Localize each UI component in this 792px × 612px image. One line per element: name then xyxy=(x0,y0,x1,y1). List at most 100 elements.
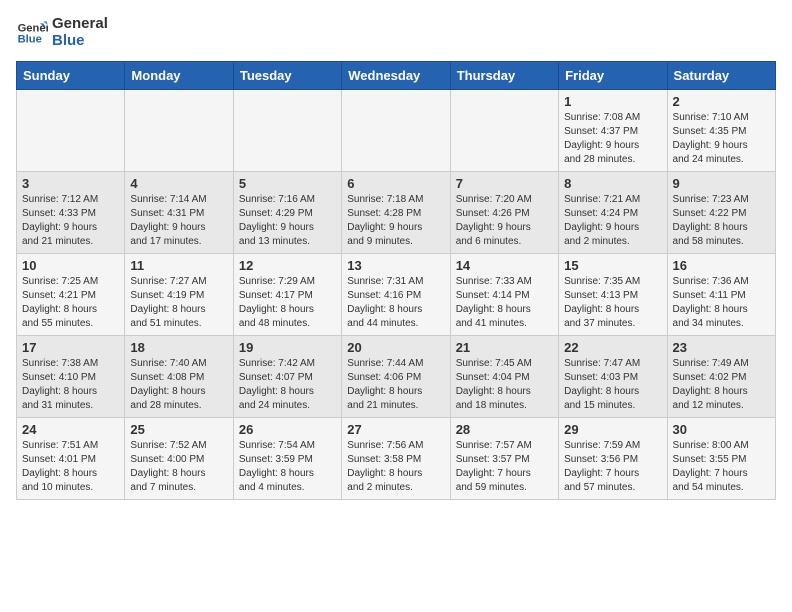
weekday-header-monday: Monday xyxy=(125,62,233,90)
calendar-cell xyxy=(125,90,233,172)
day-number: 24 xyxy=(22,422,119,437)
calendar-cell: 16 Sunrise: 7:36 AM Sunset: 4:11 PM Dayli… xyxy=(667,254,775,336)
calendar-cell: 25Sunrise: 7:52 AM Sunset: 4:00 PM Dayli… xyxy=(125,418,233,500)
day-info: Sunrise: 7:08 AM Sunset: 4:37 PM Dayligh… xyxy=(564,111,661,167)
day-number: 7 xyxy=(456,176,553,191)
calendar-cell: 27 Sunrise: 7:56 AM Sunset: 3:58 PM Dayli… xyxy=(342,418,450,500)
day-number: 10 xyxy=(22,258,119,273)
day-info: Sunrise: 7:21 AM Sunset: 4:24 PM Dayligh… xyxy=(564,193,661,249)
day-number: 27 xyxy=(347,422,444,437)
weekday-header-sunday: Sunday xyxy=(17,62,125,90)
calendar-cell: 26 Sunrise: 7:54 AM Sunset: 3:59 PM Dayli… xyxy=(233,418,341,500)
day-number: 14 xyxy=(456,258,553,273)
day-info: Sunrise: 7:44 AM Sunset: 4:06 PM Dayligh… xyxy=(347,357,444,413)
calendar-cell: 23 Sunrise: 7:49 AM Sunset: 4:02 PM Dayli… xyxy=(667,336,775,418)
day-number: 26 xyxy=(239,422,336,437)
calendar-cell: 22 Sunrise: 7:47 AM Sunset: 4:03 PM Dayli… xyxy=(559,336,667,418)
day-info: Sunrise: 7:59 AM Sunset: 3:56 PM Dayligh… xyxy=(564,439,661,495)
weekday-header-wednesday: Wednesday xyxy=(342,62,450,90)
header: General Blue General Blue xyxy=(16,16,776,49)
calendar-cell: 13 Sunrise: 7:31 AM Sunset: 4:16 PM Dayli… xyxy=(342,254,450,336)
day-info: Sunrise: 7:51 AM Sunset: 4:01 PM Dayligh… xyxy=(22,439,119,495)
weekday-header-tuesday: Tuesday xyxy=(233,62,341,90)
day-info: Sunrise: 7:12 AM Sunset: 4:33 PM Dayligh… xyxy=(22,193,119,249)
calendar-cell: 24 Sunrise: 7:51 AM Sunset: 4:01 PM Dayli… xyxy=(17,418,125,500)
day-number: 12 xyxy=(239,258,336,273)
calendar-week-2: 3 Sunrise: 7:12 AM Sunset: 4:33 PM Daylig… xyxy=(17,172,776,254)
calendar-cell: 7 Sunrise: 7:20 AM Sunset: 4:26 PM Daylig… xyxy=(450,172,558,254)
logo-text-blue: Blue xyxy=(52,33,108,50)
logo-icon: General Blue xyxy=(16,17,48,49)
weekday-header-row: SundayMondayTuesdayWednesdayThursdayFrid… xyxy=(17,62,776,90)
day-number: 16 xyxy=(673,258,770,273)
day-info: Sunrise: 7:49 AM Sunset: 4:02 PM Dayligh… xyxy=(673,357,770,413)
calendar-cell: 1 Sunrise: 7:08 AM Sunset: 4:37 PM Daylig… xyxy=(559,90,667,172)
day-info: Sunrise: 7:16 AM Sunset: 4:29 PM Dayligh… xyxy=(239,193,336,249)
day-number: 6 xyxy=(347,176,444,191)
calendar-cell: 30 Sunrise: 8:00 AM Sunset: 3:55 PM Dayli… xyxy=(667,418,775,500)
day-info: Sunrise: 7:33 AM Sunset: 4:14 PM Dayligh… xyxy=(456,275,553,331)
calendar-week-4: 17Sunrise: 7:38 AM Sunset: 4:10 PM Dayli… xyxy=(17,336,776,418)
calendar-week-1: 1 Sunrise: 7:08 AM Sunset: 4:37 PM Daylig… xyxy=(17,90,776,172)
day-number: 23 xyxy=(673,340,770,355)
day-number: 21 xyxy=(456,340,553,355)
day-number: 19 xyxy=(239,340,336,355)
calendar-cell: 2 Sunrise: 7:10 AM Sunset: 4:35 PM Daylig… xyxy=(667,90,775,172)
calendar-cell: 20Sunrise: 7:44 AM Sunset: 4:06 PM Dayli… xyxy=(342,336,450,418)
calendar-cell: 8Sunrise: 7:21 AM Sunset: 4:24 PM Daylig… xyxy=(559,172,667,254)
calendar-cell: 15 Sunrise: 7:35 AM Sunset: 4:13 PM Dayli… xyxy=(559,254,667,336)
day-info: Sunrise: 7:31 AM Sunset: 4:16 PM Dayligh… xyxy=(347,275,444,331)
weekday-header-thursday: Thursday xyxy=(450,62,558,90)
day-info: Sunrise: 7:20 AM Sunset: 4:26 PM Dayligh… xyxy=(456,193,553,249)
day-info: Sunrise: 7:36 AM Sunset: 4:11 PM Dayligh… xyxy=(673,275,770,331)
day-info: Sunrise: 7:18 AM Sunset: 4:28 PM Dayligh… xyxy=(347,193,444,249)
day-number: 13 xyxy=(347,258,444,273)
calendar-cell: 18 Sunrise: 7:40 AM Sunset: 4:08 PM Dayli… xyxy=(125,336,233,418)
day-number: 28 xyxy=(456,422,553,437)
day-info: Sunrise: 7:45 AM Sunset: 4:04 PM Dayligh… xyxy=(456,357,553,413)
day-number: 5 xyxy=(239,176,336,191)
day-number: 2 xyxy=(673,94,770,109)
day-number: 4 xyxy=(130,176,227,191)
calendar-cell: 14 Sunrise: 7:33 AM Sunset: 4:14 PM Dayli… xyxy=(450,254,558,336)
day-info: Sunrise: 7:40 AM Sunset: 4:08 PM Dayligh… xyxy=(130,357,227,413)
day-info: Sunrise: 7:35 AM Sunset: 4:13 PM Dayligh… xyxy=(564,275,661,331)
day-number: 18 xyxy=(130,340,227,355)
day-number: 15 xyxy=(564,258,661,273)
day-info: Sunrise: 7:54 AM Sunset: 3:59 PM Dayligh… xyxy=(239,439,336,495)
day-number: 30 xyxy=(673,422,770,437)
calendar-cell: 4 Sunrise: 7:14 AM Sunset: 4:31 PM Daylig… xyxy=(125,172,233,254)
calendar-cell: 10Sunrise: 7:25 AM Sunset: 4:21 PM Dayli… xyxy=(17,254,125,336)
day-info: Sunrise: 7:56 AM Sunset: 3:58 PM Dayligh… xyxy=(347,439,444,495)
day-number: 17 xyxy=(22,340,119,355)
day-number: 9 xyxy=(673,176,770,191)
calendar-cell: 3 Sunrise: 7:12 AM Sunset: 4:33 PM Daylig… xyxy=(17,172,125,254)
day-number: 1 xyxy=(564,94,661,109)
day-info: Sunrise: 7:47 AM Sunset: 4:03 PM Dayligh… xyxy=(564,357,661,413)
calendar-week-5: 24 Sunrise: 7:51 AM Sunset: 4:01 PM Dayli… xyxy=(17,418,776,500)
day-info: Sunrise: 7:14 AM Sunset: 4:31 PM Dayligh… xyxy=(130,193,227,249)
day-number: 3 xyxy=(22,176,119,191)
day-info: Sunrise: 7:29 AM Sunset: 4:17 PM Dayligh… xyxy=(239,275,336,331)
calendar-cell: 19 Sunrise: 7:42 AM Sunset: 4:07 PM Dayli… xyxy=(233,336,341,418)
day-info: Sunrise: 7:42 AM Sunset: 4:07 PM Dayligh… xyxy=(239,357,336,413)
calendar-cell xyxy=(342,90,450,172)
calendar-cell xyxy=(233,90,341,172)
day-info: Sunrise: 7:10 AM Sunset: 4:35 PM Dayligh… xyxy=(673,111,770,167)
day-info: Sunrise: 8:00 AM Sunset: 3:55 PM Dayligh… xyxy=(673,439,770,495)
svg-text:Blue: Blue xyxy=(18,33,42,45)
logo-text-general: General xyxy=(52,16,108,33)
day-info: Sunrise: 7:27 AM Sunset: 4:19 PM Dayligh… xyxy=(130,275,227,331)
calendar-cell: 11 Sunrise: 7:27 AM Sunset: 4:19 PM Dayli… xyxy=(125,254,233,336)
calendar-cell: 5 Sunrise: 7:16 AM Sunset: 4:29 PM Daylig… xyxy=(233,172,341,254)
day-number: 11 xyxy=(130,258,227,273)
day-number: 25 xyxy=(130,422,227,437)
calendar-cell xyxy=(17,90,125,172)
calendar-cell: 28Sunrise: 7:57 AM Sunset: 3:57 PM Dayli… xyxy=(450,418,558,500)
day-number: 22 xyxy=(564,340,661,355)
weekday-header-friday: Friday xyxy=(559,62,667,90)
calendar-cell: 9Sunrise: 7:23 AM Sunset: 4:22 PM Daylig… xyxy=(667,172,775,254)
logo: General Blue General Blue xyxy=(16,16,108,49)
calendar-cell: 12 Sunrise: 7:29 AM Sunset: 4:17 PM Dayli… xyxy=(233,254,341,336)
calendar-table: SundayMondayTuesdayWednesdayThursdayFrid… xyxy=(16,61,776,500)
